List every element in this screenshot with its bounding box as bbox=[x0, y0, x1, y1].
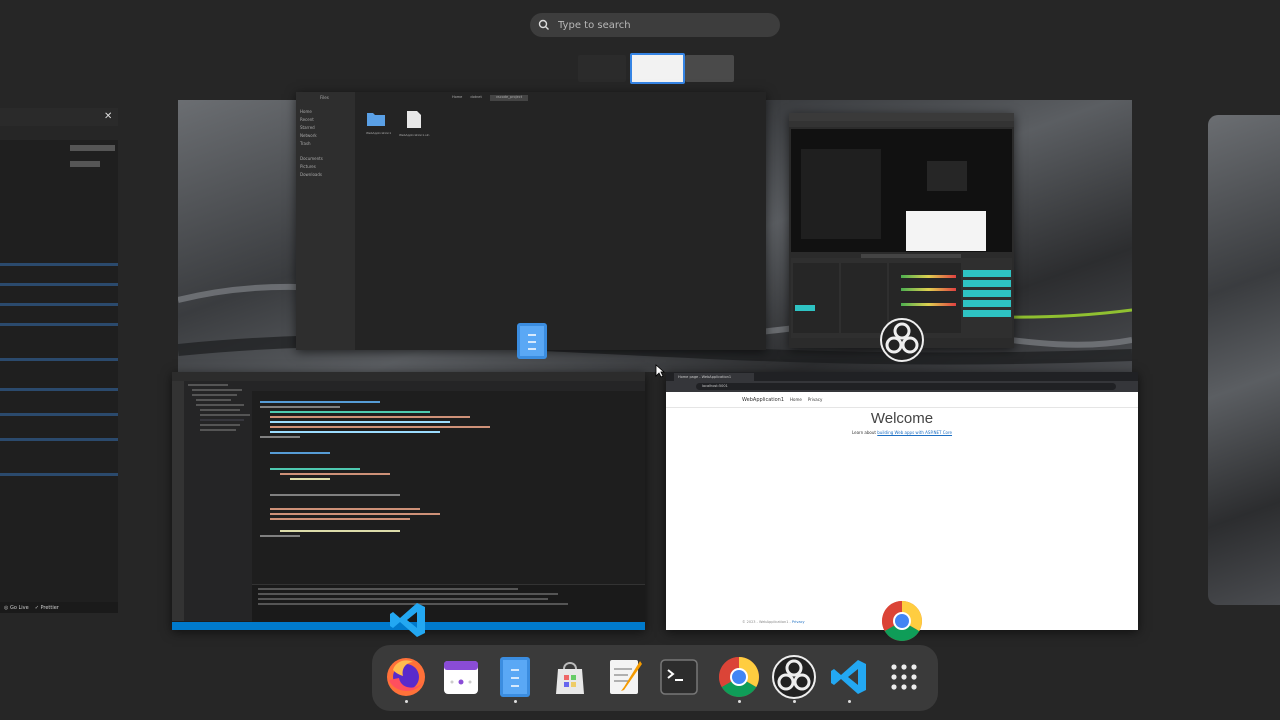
calendar-icon[interactable] bbox=[439, 655, 483, 699]
lead-link[interactable]: building Web apps with ASP.NET Core bbox=[877, 430, 952, 435]
workspace-thumbnail-3[interactable] bbox=[685, 55, 734, 82]
obs-window[interactable] bbox=[789, 113, 1014, 348]
running-indicator bbox=[848, 700, 851, 703]
browser-tab[interactable]: Home page - WebApplication1 bbox=[674, 373, 754, 381]
left-workspace-preview[interactable]: ✕ ◎ Go Live ✓ Prettier bbox=[0, 108, 118, 613]
folder-item[interactable]: WebApplication1 bbox=[366, 110, 391, 135]
sidebar-item-home[interactable]: Home bbox=[300, 109, 323, 114]
app-grid-icon[interactable] bbox=[882, 655, 926, 699]
sidebar-item-documents[interactable]: Documents bbox=[300, 156, 323, 161]
prettier-button[interactable]: ✓ Prettier bbox=[35, 605, 59, 611]
path-bar[interactable]: Home dotnet vscode_project bbox=[452, 95, 657, 101]
chrome-icon[interactable] bbox=[717, 655, 761, 699]
sidebar-item-downloads[interactable]: Downloads bbox=[300, 172, 323, 177]
text-editor-icon[interactable] bbox=[603, 655, 647, 699]
vscode-icon[interactable] bbox=[827, 655, 871, 699]
running-indicator bbox=[738, 700, 741, 703]
workspace-thumbnail-2-active[interactable] bbox=[630, 53, 685, 84]
file-item[interactable]: WebApplication1.sln bbox=[399, 110, 429, 137]
mouse-cursor bbox=[655, 363, 666, 382]
sidebar-item-network[interactable]: Network bbox=[300, 133, 323, 138]
footer-text: © 2023 - WebApplication1 - bbox=[742, 620, 791, 624]
files-window-app-icon bbox=[516, 322, 548, 360]
chrome-window-app-icon bbox=[880, 599, 924, 643]
running-indicator bbox=[793, 700, 796, 703]
site-brand[interactable]: WebApplication1 bbox=[742, 397, 784, 403]
browser-window[interactable]: Home page - WebApplication1 localhost:50… bbox=[666, 372, 1138, 630]
vscode-window[interactable] bbox=[172, 372, 645, 630]
sidebar-item-starred[interactable]: Starred bbox=[300, 125, 323, 130]
folder-icon bbox=[367, 113, 385, 126]
search-bar[interactable] bbox=[530, 13, 780, 37]
document-icon bbox=[407, 111, 421, 128]
files-window[interactable]: Files Home Recent Starred Network Trash … bbox=[296, 92, 766, 350]
sidebar-item-recent[interactable]: Recent bbox=[300, 117, 323, 122]
lead-text: Learn about bbox=[851, 430, 876, 435]
terminal-icon[interactable] bbox=[657, 655, 701, 699]
golive-button[interactable]: ◎ Go Live bbox=[4, 605, 29, 611]
files-sidebar-header: Files bbox=[320, 95, 329, 100]
running-indicator bbox=[514, 700, 517, 703]
firefox-icon[interactable] bbox=[384, 655, 428, 699]
close-icon[interactable]: ✕ bbox=[104, 111, 112, 122]
nav-home[interactable]: Home bbox=[790, 397, 802, 402]
software-icon[interactable] bbox=[548, 655, 592, 699]
page-heading: Welcome bbox=[870, 410, 934, 427]
search-input[interactable] bbox=[556, 18, 750, 32]
footer-privacy-link[interactable]: Privacy bbox=[792, 620, 805, 624]
search-icon bbox=[538, 19, 549, 30]
right-workspace-preview[interactable] bbox=[1208, 115, 1280, 605]
address-bar[interactable]: localhost:5001 bbox=[696, 383, 1116, 390]
sidebar-item-trash[interactable]: Trash bbox=[300, 141, 323, 146]
obs-icon[interactable] bbox=[772, 655, 816, 699]
obs-window-app-icon bbox=[880, 318, 924, 362]
workspace-thumbnail-1[interactable] bbox=[578, 55, 626, 82]
vscode-window-app-icon bbox=[388, 600, 428, 640]
sidebar-item-pictures[interactable]: Pictures bbox=[300, 164, 323, 169]
running-indicator bbox=[405, 700, 408, 703]
nav-privacy[interactable]: Privacy bbox=[808, 397, 822, 402]
files-icon[interactable] bbox=[493, 655, 537, 699]
